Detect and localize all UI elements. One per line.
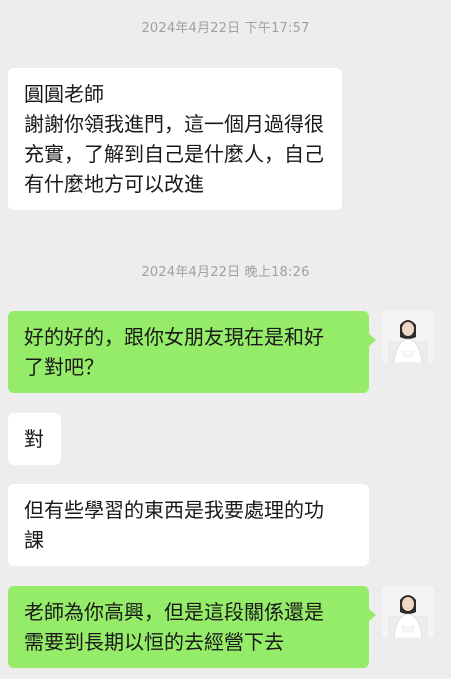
message-line: 課: [24, 528, 44, 552]
message-line: 充實，了解到自己是什麼人，自己: [24, 142, 324, 166]
teacher-avatar-icon: [382, 586, 434, 638]
message-line: 有什麼地方可以改進: [24, 172, 204, 196]
message-bubble-sent[interactable]: 老師為你高興，但是這段關係還是 需要到長期以恒的去經營下去: [8, 586, 376, 668]
message-bubble-received[interactable]: 但有些學習的東西是我要處理的功 課: [8, 484, 369, 566]
message-line: 對: [24, 427, 44, 451]
message-line: 老師為你高興，但是這段關係還是: [24, 600, 324, 624]
message-line: 了對吧？: [24, 355, 104, 379]
message-line: 謝謝你領我進門，這一個月過得很: [24, 112, 324, 136]
chat-window: 2024年4月22日 下午17:57 圓圓老師 謝謝你領我進門，這一個月過得很 …: [0, 0, 451, 679]
message-bubble-received[interactable]: 對: [8, 413, 61, 465]
message-line: 但有些學習的東西是我要處理的功: [24, 498, 324, 522]
timestamp: 2024年4月22日 下午17:57: [141, 21, 310, 36]
message-bubble-sent[interactable]: 好的好的，跟你女朋友現在是和好 了對吧？: [8, 311, 376, 393]
user-avatar[interactable]: [382, 311, 434, 363]
teacher-avatar-icon: [382, 311, 434, 363]
message-line: 需要到長期以恒的去經營下去: [24, 630, 284, 654]
user-avatar[interactable]: [382, 586, 434, 638]
timestamp: 2024年4月22日 晚上18:26: [141, 265, 310, 280]
message-line: 圓圓老師: [24, 82, 104, 106]
message-bubble-received[interactable]: 圓圓老師 謝謝你領我進門，這一個月過得很 充實，了解到自己是什麼人，自己 有什麼…: [8, 68, 342, 210]
message-line: 好的好的，跟你女朋友現在是和好: [24, 325, 324, 349]
